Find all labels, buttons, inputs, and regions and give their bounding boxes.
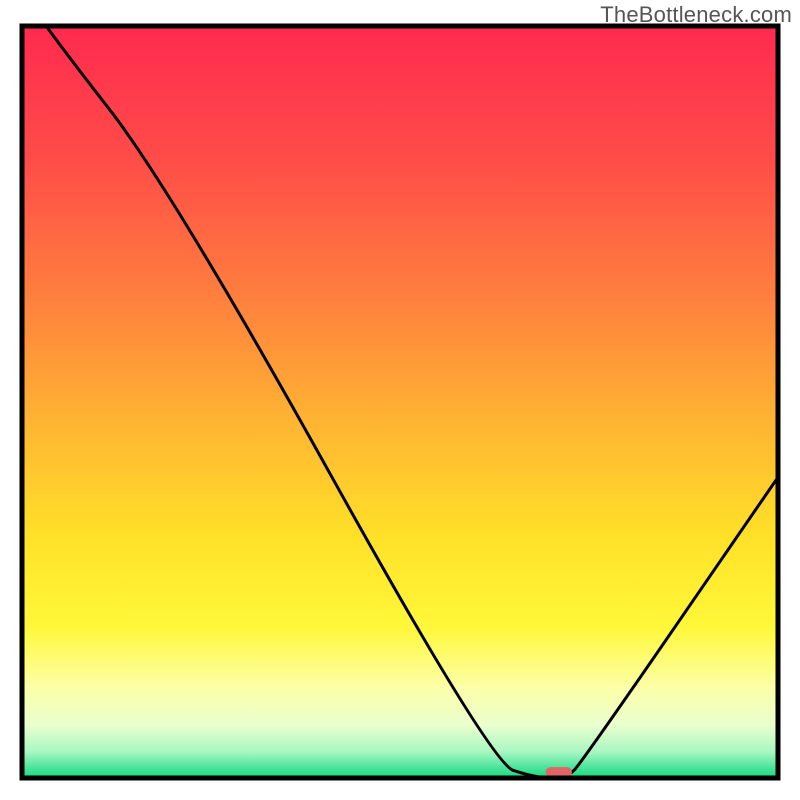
plot-area bbox=[22, 0, 778, 778]
gradient-background bbox=[22, 26, 778, 778]
chart-container: TheBottleneck.com bbox=[0, 0, 800, 800]
optimal-marker bbox=[546, 767, 572, 777]
bottleneck-chart bbox=[0, 0, 800, 800]
watermark-text: TheBottleneck.com bbox=[600, 2, 792, 28]
